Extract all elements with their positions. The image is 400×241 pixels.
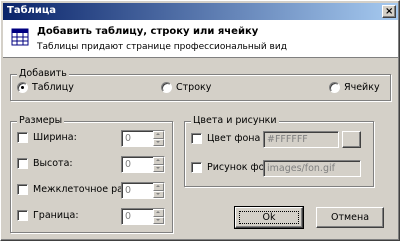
border-label: Граница: — [33, 210, 79, 221]
bg-color-field[interactable]: #FFFFFF — [263, 131, 339, 148]
border-down-arrow-icon[interactable] — [153, 216, 164, 224]
height-label: Высота: — [33, 158, 73, 169]
add-group: Добавить Таблицу Строку Ячейку — [10, 68, 391, 101]
width-checkbox[interactable] — [17, 132, 28, 143]
colors-group-legend: Цвета и рисунки — [191, 115, 279, 126]
close-icon: × — [385, 6, 394, 17]
spacing-checkbox[interactable] — [17, 184, 28, 195]
width-down-arrow-icon[interactable] — [153, 138, 164, 146]
bg-color-label: Цвет фона — [207, 133, 261, 144]
spacing-value: 0 — [125, 185, 132, 196]
radio-row-button[interactable] — [161, 82, 172, 93]
radio-table-label: Таблицу — [32, 82, 74, 93]
width-value: 0 — [125, 133, 132, 144]
colors-group: Цвета и рисунки Цвет фона #FFFFFF Рисуно… — [184, 115, 374, 187]
radio-row[interactable]: Строку — [161, 82, 211, 93]
close-button[interactable]: × — [382, 5, 396, 18]
ok-button[interactable]: Ok — [234, 206, 304, 229]
radio-cell-label: Ячейку — [344, 82, 380, 93]
border-checkbox[interactable] — [17, 210, 28, 221]
radio-row-label: Строку — [176, 82, 212, 93]
color-picker-button[interactable] — [342, 131, 361, 148]
radio-cell[interactable]: Ячейку — [329, 82, 380, 93]
header-title: Добавить таблицу, строку или ячейку — [37, 26, 259, 37]
title-bar[interactable]: Таблица × — [3, 3, 398, 20]
height-spinner[interactable]: 0 — [121, 156, 165, 173]
header-subtitle: Таблицы придают странице профессиональны… — [37, 42, 287, 52]
height-value: 0 — [125, 159, 132, 170]
border-spinner[interactable]: 0 — [121, 208, 165, 225]
cancel-button[interactable]: Отмена — [316, 207, 384, 228]
add-group-legend: Добавить — [17, 68, 69, 79]
radio-table[interactable]: Таблицу — [17, 82, 74, 93]
bg-color-value: #FFFFFF — [267, 134, 308, 145]
dialog-header: Добавить таблицу, строку или ячейку Табл… — [3, 20, 398, 58]
radio-cell-button[interactable] — [329, 82, 340, 93]
height-checkbox-row[interactable]: Высота: — [17, 158, 73, 169]
sizes-group-legend: Размеры — [17, 115, 65, 126]
spacing-spinner[interactable]: 0 — [121, 182, 165, 199]
width-checkbox-row[interactable]: Ширина: — [17, 132, 77, 143]
table-dialog: Таблица × Добавить таблицу, строку или я… — [0, 0, 400, 241]
height-down-arrow-icon[interactable] — [153, 164, 164, 172]
bg-image-field[interactable]: images/fon.gif — [263, 160, 361, 177]
width-label: Ширина: — [33, 132, 77, 143]
border-up-arrow-icon[interactable] — [153, 209, 164, 217]
width-spinner[interactable]: 0 — [121, 130, 165, 147]
bg-image-value: images/fon.gif — [267, 163, 335, 174]
window-title: Таблица — [7, 5, 57, 16]
bg-color-checkbox-row[interactable]: Цвет фона — [191, 133, 260, 144]
table-icon — [11, 28, 29, 46]
radio-table-button[interactable] — [17, 82, 28, 93]
height-checkbox[interactable] — [17, 158, 28, 169]
width-up-arrow-icon[interactable] — [153, 131, 164, 139]
bg-image-checkbox[interactable] — [191, 162, 202, 173]
sizes-group: Размеры Ширина: 0 Высота: 0 Межклеточное… — [10, 115, 173, 233]
height-up-arrow-icon[interactable] — [153, 157, 164, 165]
border-checkbox-row[interactable]: Граница: — [17, 210, 79, 221]
cancel-label: Отмена — [330, 212, 370, 223]
spacing-up-arrow-icon[interactable] — [153, 183, 164, 191]
spacing-down-arrow-icon[interactable] — [153, 190, 164, 198]
border-value: 0 — [125, 211, 132, 222]
bg-color-checkbox[interactable] — [191, 133, 202, 144]
